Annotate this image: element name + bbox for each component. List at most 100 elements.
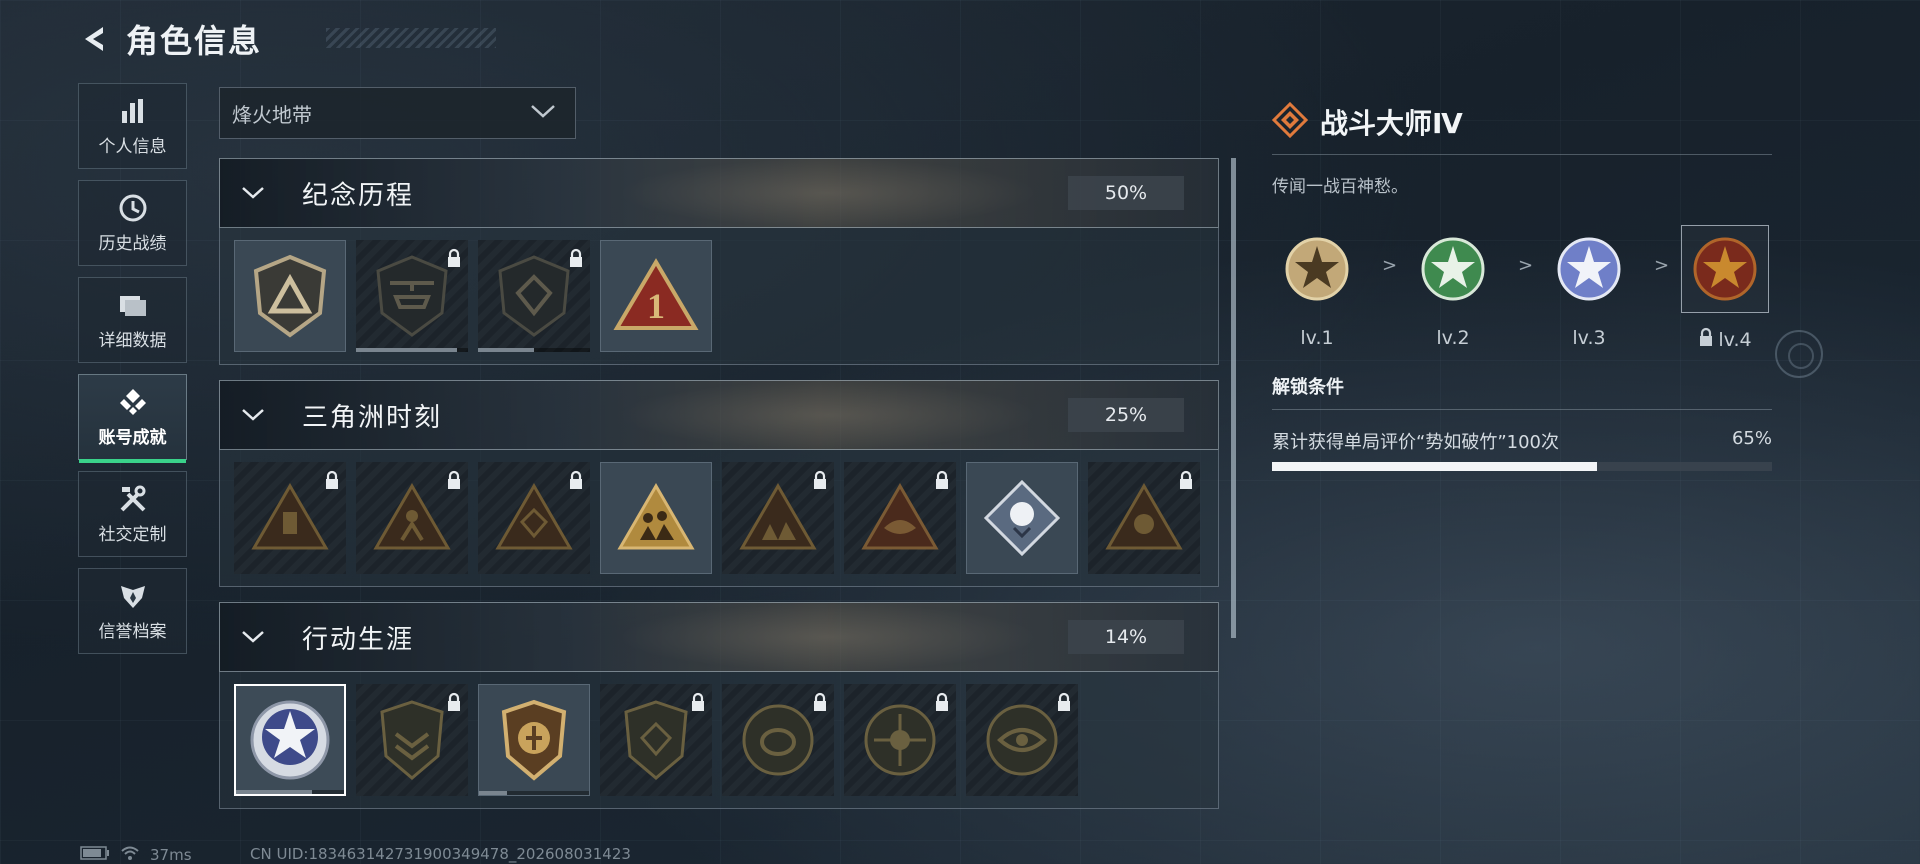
badge-progress (356, 348, 468, 352)
crowd-triangle-badge-icon (739, 483, 817, 550)
badge-tile-selected[interactable] (234, 684, 346, 796)
badge-tile[interactable]: 1 (600, 240, 712, 352)
sidebar-item-label: 个人信息 (98, 136, 167, 157)
badge-tile[interactable] (966, 462, 1078, 574)
lock-icon (446, 470, 462, 494)
squad-triangle-badge-icon (617, 483, 695, 550)
sidebar-item-detailed-data[interactable]: 详细数据 (78, 277, 187, 363)
sidebar-item-history[interactable]: 历史战绩 (78, 180, 187, 266)
runner-triangle-badge-icon (373, 483, 451, 550)
back-arrow-icon[interactable] (76, 21, 112, 57)
usb-triangle-badge-icon (251, 483, 329, 550)
badge-tile[interactable] (722, 462, 834, 574)
wifi-icon (120, 845, 140, 864)
badge-tile[interactable] (478, 240, 590, 352)
achievement-list: 纪念历程 50% 1 三角洲时刻 25% 行动生涯 14% (219, 158, 1219, 818)
badge-tile[interactable] (356, 240, 468, 352)
badge-tile[interactable] (478, 462, 590, 574)
level-item[interactable]: lv.1 (1272, 225, 1362, 349)
badge-progress (478, 348, 590, 352)
divider (1272, 154, 1772, 155)
bar-chart-icon (116, 96, 150, 126)
condition-progress-bar (1272, 462, 1772, 471)
sidebar-item-credit[interactable]: 信誉档案 (78, 568, 187, 654)
shell-coin-badge-icon (742, 704, 814, 776)
ping-value: 37ms (150, 846, 192, 864)
badge-row (219, 672, 1219, 809)
divider (1272, 409, 1772, 410)
status-bar: 37ms (80, 845, 192, 864)
mode-select[interactable]: 烽火地带 (219, 87, 576, 139)
badge-tile[interactable] (234, 462, 346, 574)
section-title: 三角洲时刻 (302, 402, 443, 433)
badge-tile[interactable] (844, 684, 956, 796)
title-stripes (326, 28, 496, 48)
achievement-section: 三角洲时刻 25% (219, 380, 1219, 587)
section-header[interactable]: 纪念历程 50% (219, 158, 1219, 228)
level-arrow: > (1382, 255, 1398, 276)
section-percent: 50% (1068, 176, 1184, 210)
badge-progress (479, 791, 589, 795)
condition-percent: 65% (1731, 428, 1772, 449)
lock-icon (568, 470, 584, 494)
condition-progress-fill (1272, 462, 1597, 471)
badge-tile[interactable] (234, 240, 346, 352)
scrollbar-thumb[interactable] (1231, 158, 1236, 638)
eye-coin-badge-icon (986, 704, 1058, 776)
badge-tile[interactable] (844, 462, 956, 574)
chevron-down-icon (240, 407, 280, 423)
lock-icon (324, 470, 340, 494)
crosshair-skull-badge-icon (864, 704, 936, 776)
section-header[interactable]: 三角洲时刻 25% (219, 380, 1219, 450)
shield-triangle-badge-icon (253, 254, 327, 338)
badge-tile[interactable] (1088, 462, 1200, 574)
list-scrollbar[interactable] (1231, 158, 1236, 638)
sidebar-item-label: 详细数据 (98, 330, 167, 351)
sidebar-item-social[interactable]: 社交定制 (78, 471, 187, 557)
section-header[interactable]: 行动生涯 14% (219, 602, 1219, 672)
badge-tile[interactable] (478, 684, 590, 796)
skull-triangle-badge-icon (1105, 483, 1183, 550)
badge-tile[interactable] (356, 684, 468, 796)
section-title: 行动生涯 (302, 624, 415, 655)
sidebar-item-label: 历史战绩 (98, 233, 167, 254)
sidebar-item-label: 信誉档案 (98, 621, 167, 642)
dice-triangle-badge-icon (495, 483, 573, 550)
lock-icon (568, 248, 584, 272)
level-item[interactable]: lv.3 (1544, 225, 1634, 349)
rose-diamond-badge-icon (983, 479, 1061, 557)
dice-shield-badge-icon (624, 700, 688, 780)
achievement-section: 纪念历程 50% 1 (219, 158, 1219, 365)
star-medal-badge-icon (250, 700, 330, 780)
detail-title: 战斗大师Ⅳ (1320, 107, 1463, 140)
user-uid: CN UID:183463142731900349478_20260803142… (250, 845, 631, 863)
badge-tile[interactable] (600, 462, 712, 574)
section-percent: 14% (1068, 620, 1184, 654)
achievement-icon (116, 387, 150, 417)
level-4-medal-icon (1681, 225, 1769, 313)
level-arrow: > (1654, 255, 1670, 276)
sidebar-item-label: 社交定制 (98, 524, 167, 545)
badge-progress (236, 790, 344, 794)
badge-tile[interactable] (966, 684, 1078, 796)
sidebar-item-personal-info[interactable]: 个人信息 (78, 83, 187, 169)
level-item[interactable]: lv.2 (1408, 225, 1498, 349)
sidebar: 个人信息 历史战绩 详细数据 账号成就 社交定制 信誉档案 (78, 83, 187, 665)
badge-tile[interactable] (722, 684, 834, 796)
detail-header: 战斗大师Ⅳ (1271, 100, 1772, 144)
badge-tile[interactable] (356, 462, 468, 574)
lock-icon (1056, 692, 1072, 716)
unlock-condition-title: 解锁条件 (1272, 377, 1344, 398)
svg-text:1: 1 (647, 286, 665, 326)
folder-icon (116, 290, 150, 320)
level-item-current[interactable]: lv.4 (1680, 225, 1770, 352)
lock-icon (690, 692, 706, 716)
sidebar-item-achievements[interactable]: 账号成就 (78, 374, 187, 463)
mode-select-value: 烽火地带 (232, 102, 312, 127)
page-title: 角色信息 (126, 22, 263, 60)
badge-tile[interactable] (600, 684, 712, 796)
level-track: lv.1 > lv.2 > lv.3 > lv.4 (1272, 225, 1772, 365)
chevron-down-icon (529, 103, 557, 123)
helicopter-badge-icon (376, 255, 448, 337)
decorative-ring (1775, 330, 1823, 378)
